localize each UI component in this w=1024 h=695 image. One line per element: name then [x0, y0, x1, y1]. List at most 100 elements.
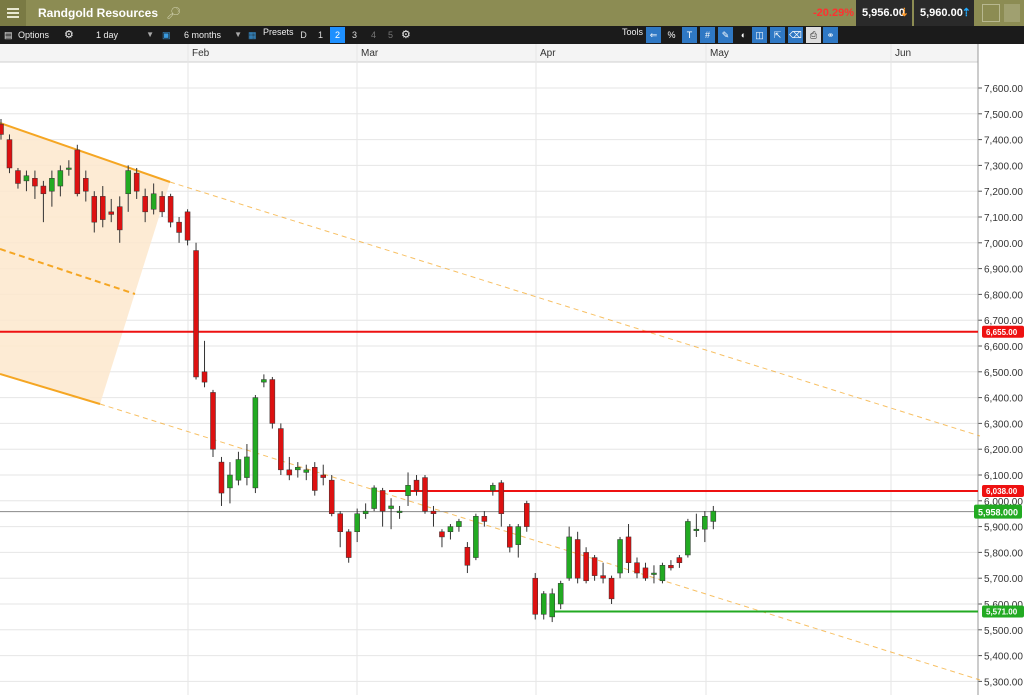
candle-body[interactable]	[218, 461, 225, 494]
share-icon[interactable]: ⚭	[823, 27, 838, 43]
candle-body[interactable]	[498, 482, 505, 514]
candle-body[interactable]	[83, 178, 89, 192]
candle-body[interactable]	[430, 510, 437, 514]
candle-body[interactable]	[210, 392, 216, 450]
candle-body[interactable]	[676, 557, 683, 563]
candle-body[interactable]	[659, 565, 666, 582]
layers-icon[interactable]: ◫	[752, 27, 767, 43]
candle-body[interactable]	[642, 567, 649, 579]
candle-body[interactable]	[49, 178, 55, 192]
candle-body[interactable]	[303, 469, 310, 473]
candle-body[interactable]	[15, 170, 21, 184]
candle-body[interactable]	[125, 170, 131, 195]
chart-canvas[interactable]: 7,600.00 7,500.00 7,400.00 7,300.00 7,200.00…	[0, 44, 1024, 695]
candle-body[interactable]	[40, 185, 47, 195]
window-icon[interactable]	[1004, 4, 1020, 22]
candle-body[interactable]	[625, 536, 632, 563]
candle-body[interactable]	[133, 172, 140, 192]
candle-body[interactable]	[66, 167, 72, 170]
resize-icon[interactable]: ⇱	[770, 27, 785, 43]
preset-5-button[interactable]: 5	[383, 27, 398, 43]
candle-body[interactable]	[702, 516, 708, 530]
candle-body[interactable]	[439, 531, 445, 538]
text-icon[interactable]: T	[682, 27, 697, 43]
candle-body[interactable]	[91, 196, 98, 223]
arrow-left-icon[interactable]: ⇐	[646, 27, 661, 43]
instrument-name[interactable]: Randgold Resources	[38, 6, 158, 20]
candle-body[interactable]	[473, 516, 479, 558]
candle-body[interactable]	[295, 467, 301, 471]
candle-body[interactable]	[617, 539, 623, 574]
preset-3-button[interactable]: 3	[347, 27, 362, 43]
candle-body[interactable]	[261, 379, 267, 383]
candle-body[interactable]	[159, 196, 165, 213]
candle-body[interactable]	[235, 459, 242, 481]
candle-body[interactable]	[371, 487, 377, 509]
candle-body[interactable]	[345, 531, 352, 558]
drop-icon[interactable]: ◐	[736, 27, 751, 43]
candle-body[interactable]	[320, 474, 326, 478]
settings-gear-icon[interactable]: ⚙	[64, 26, 74, 44]
candle-body[interactable]	[108, 211, 114, 215]
candle-body[interactable]	[464, 546, 471, 566]
range-dropdown[interactable]: 6 months ▼	[184, 28, 242, 42]
candle-body[interactable]	[507, 526, 513, 548]
candle-body[interactable]	[634, 562, 640, 574]
candle-body[interactable]	[685, 521, 691, 556]
candle-body[interactable]	[100, 196, 106, 220]
price-chart[interactable]: 7,600.00 7,500.00 7,400.00 7,300.00 7,200.00…	[0, 44, 1024, 695]
candle-body[interactable]	[201, 371, 208, 383]
popout-icon[interactable]	[982, 4, 1000, 22]
candle-body[interactable]	[422, 477, 428, 512]
candle-body[interactable]	[227, 474, 233, 489]
candle-body[interactable]	[362, 510, 369, 514]
candle-body[interactable]	[6, 139, 13, 169]
buy-price-button[interactable]: 5,960.00 ⇡	[914, 0, 974, 26]
candle-body[interactable]	[354, 513, 360, 533]
candle-body[interactable]	[252, 397, 259, 489]
search-icon[interactable]: 🔎︎	[166, 6, 181, 20]
candle-body[interactable]	[515, 526, 522, 545]
print-icon[interactable]: ⎙	[806, 27, 821, 43]
candle-body[interactable]	[176, 221, 182, 233]
percent-icon[interactable]: %	[664, 27, 679, 43]
calendar-icon[interactable]: ▦	[248, 26, 257, 44]
candle-body[interactable]	[116, 206, 123, 231]
eraser-icon[interactable]: ⌫	[788, 27, 803, 43]
preset-settings-gear-icon[interactable]: ⚙	[401, 26, 411, 44]
candle-body[interactable]	[405, 485, 411, 496]
candle-body[interactable]	[608, 577, 615, 600]
candle-body[interactable]	[193, 250, 199, 378]
candle-body[interactable]	[337, 513, 343, 533]
candle-body[interactable]	[413, 479, 420, 491]
candle-body[interactable]	[150, 193, 157, 210]
candle-body[interactable]	[668, 565, 674, 569]
candle-body[interactable]	[278, 428, 284, 471]
candle-body[interactable]	[57, 170, 64, 187]
candle-body[interactable]	[142, 196, 148, 213]
lock-icon[interactable]: ▣	[162, 26, 171, 44]
candle-body[interactable]	[524, 503, 530, 527]
interval-dropdown[interactable]: 1 day ▼	[96, 28, 154, 42]
candle-body[interactable]	[396, 510, 403, 513]
candle-body[interactable]	[244, 456, 250, 478]
sell-price-button[interactable]: 5,956.00 ⇣	[856, 0, 912, 26]
candle-body[interactable]	[591, 557, 598, 576]
candle-body[interactable]	[388, 505, 394, 509]
preset-2-button[interactable]: 2	[330, 27, 345, 43]
candle-body[interactable]	[532, 577, 538, 615]
candle-body[interactable]	[379, 490, 386, 512]
candle-body[interactable]	[574, 539, 581, 579]
candle-body[interactable]	[651, 572, 657, 575]
candle-body[interactable]	[74, 149, 81, 195]
candle-body[interactable]	[693, 528, 700, 531]
candle-body[interactable]	[490, 485, 496, 491]
candle-body[interactable]	[447, 526, 454, 533]
candle-body[interactable]	[549, 593, 555, 618]
candle-body[interactable]	[566, 536, 572, 579]
candle-body[interactable]	[583, 552, 589, 582]
crosshair-icon[interactable]: #	[700, 27, 715, 43]
candle-body[interactable]	[23, 175, 30, 182]
hamburger-icon[interactable]	[0, 0, 26, 26]
candle-body[interactable]	[456, 521, 462, 527]
